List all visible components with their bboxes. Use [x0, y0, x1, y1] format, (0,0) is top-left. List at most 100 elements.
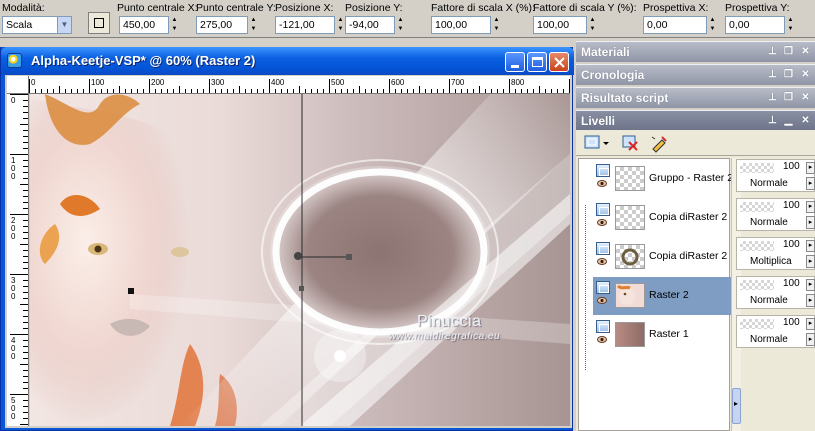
visibility-eye-icon[interactable]	[597, 297, 607, 304]
pos-y-label: Posizione Y:	[345, 2, 403, 14]
minimize-button[interactable]	[505, 52, 525, 72]
blend-mode-select[interactable]: Normale	[740, 333, 804, 346]
pos-x-spinner[interactable]: ▲ ▼	[336, 16, 345, 34]
visibility-eye-icon[interactable]	[597, 336, 607, 343]
opacity-value[interactable]: 100	[783, 200, 800, 211]
frame-toggle-icon[interactable]	[88, 12, 110, 34]
pin-icon[interactable]: ⊥	[767, 115, 778, 126]
persp-y-input[interactable]: 0,00	[725, 16, 785, 34]
layer-name: Copia diRaster 2	[649, 250, 728, 262]
layer-name: Gruppo - Raster 2	[649, 172, 734, 184]
opacity-slider[interactable]	[740, 241, 774, 251]
scale-x-input[interactable]: 100,00	[431, 16, 491, 34]
blend-mode-arrow-icon[interactable]: ▸	[806, 333, 815, 346]
opacity-arrow-icon[interactable]: ▸	[806, 201, 815, 213]
opacity-value[interactable]: 100	[783, 278, 800, 289]
close-icon[interactable]: ✕	[800, 46, 811, 57]
restore-icon[interactable]: ❐	[783, 46, 794, 57]
image-canvas[interactable]: Pinuccia www.maidiregrafica.eu	[30, 94, 570, 426]
horizontal-ruler[interactable]: 0 100 200 300 400 500 600 700 800	[29, 76, 570, 94]
pos-y-spinner[interactable]: ▲ ▼	[396, 16, 405, 34]
layers-list[interactable]: Gruppo - Raster 2 Copia diRaster 2 Copia…	[578, 158, 734, 431]
restore-icon[interactable]: ❐	[783, 92, 794, 103]
opacity-value[interactable]: 100	[783, 317, 800, 328]
opacity-arrow-icon[interactable]: ▸	[806, 162, 815, 174]
blend-mode-select[interactable]: Normale	[740, 294, 804, 307]
close-icon[interactable]: ✕	[800, 92, 811, 103]
new-layer-button[interactable]	[582, 133, 610, 153]
layer-row[interactable]: Copia diRaster 2	[593, 199, 731, 237]
center-x-input[interactable]: 450,00	[119, 16, 169, 34]
center-x-field: Punto centrale X: 450,00 ▲ ▼	[117, 2, 198, 34]
opacity-slider[interactable]	[740, 319, 774, 329]
center-x-spinner[interactable]: ▲ ▼	[170, 16, 179, 34]
minimize-icon[interactable]: ▁	[783, 115, 794, 126]
layer-type-icon	[596, 242, 610, 255]
visibility-eye-icon[interactable]	[597, 219, 607, 226]
scale-y-spinner[interactable]: ▲ ▼	[588, 16, 597, 34]
ring-thumbnail	[621, 248, 639, 266]
scale-y-label: Fattore di scala Y (%):	[533, 2, 637, 14]
pin-icon[interactable]: ⊥	[767, 92, 778, 103]
ruler-label: 700	[451, 78, 465, 87]
palette-materiali-title: Materiali	[581, 45, 630, 59]
chevron-down-icon[interactable]: ▼	[57, 16, 72, 34]
layer-thumbnail	[615, 322, 645, 347]
layer-row[interactable]: Gruppo - Raster 2	[593, 160, 734, 198]
opacity-slider[interactable]	[740, 280, 774, 290]
blend-mode-arrow-icon[interactable]: ▸	[806, 216, 815, 229]
pos-x-input[interactable]: -121,00	[275, 16, 335, 34]
pos-y-input[interactable]: -94,00	[345, 16, 395, 34]
pin-icon[interactable]: ⊥	[767, 46, 778, 57]
opacity-value[interactable]: 100	[783, 239, 800, 250]
palette-risultato-script[interactable]: Risultato script ⊥ ❐ ✕	[576, 87, 815, 108]
opacity-slider[interactable]	[740, 163, 774, 173]
restore-icon[interactable]: ❐	[783, 69, 794, 80]
blend-mode-arrow-icon[interactable]: ▸	[806, 177, 815, 190]
image-window-title: Alpha-Keetje-VSP* @ 60% (Raster 2)	[31, 53, 256, 68]
palette-livelli[interactable]: Livelli ⊥ ▁ ✕	[576, 110, 815, 131]
layer-row[interactable]: Raster 1	[593, 316, 731, 354]
opacity-arrow-icon[interactable]: ▸	[806, 279, 815, 291]
vertical-ruler[interactable]: 0100200300400500	[7, 94, 29, 426]
persp-x-spinner[interactable]: ▲ ▼	[708, 16, 717, 34]
scale-x-spinner[interactable]: ▲ ▼	[492, 16, 501, 34]
visibility-eye-icon[interactable]	[597, 258, 607, 265]
maximize-button[interactable]	[527, 52, 547, 72]
ruler-label: 200	[151, 78, 165, 87]
palette-materiali[interactable]: Materiali ⊥ ❐ ✕	[576, 41, 815, 62]
persp-y-spinner[interactable]: ▲ ▼	[786, 16, 795, 34]
scale-y-input[interactable]: 100,00	[533, 16, 587, 34]
visibility-eye-icon[interactable]	[597, 180, 607, 187]
blend-mode-select[interactable]: Normale	[740, 216, 804, 229]
image-window-titlebar[interactable]: Alpha-Keetje-VSP* @ 60% (Raster 2)	[1, 47, 574, 75]
delete-layer-button[interactable]	[620, 133, 640, 153]
maximize-icon	[532, 57, 543, 67]
edit-layer-properties-button[interactable]	[650, 133, 670, 153]
ruler-label: 0	[11, 292, 16, 301]
layer-row[interactable]: Copia diRaster 2	[593, 238, 731, 276]
layer-name: Copia diRaster 2	[649, 211, 728, 223]
persp-y-field: Prospettiva Y: 0,00 ▲ ▼	[725, 2, 793, 34]
close-button[interactable]	[549, 52, 569, 72]
persp-x-input[interactable]: 0,00	[643, 16, 707, 34]
ruler-label: 400	[271, 78, 285, 87]
opacity-value[interactable]: 100	[783, 161, 800, 172]
blend-mode-select[interactable]: Moltiplica	[740, 255, 804, 268]
palette-cronologia[interactable]: Cronologia ⊥ ❐ ✕	[576, 64, 815, 85]
opacity-slider[interactable]	[740, 202, 774, 212]
layer-row-selected[interactable]: Raster 2	[593, 277, 731, 315]
palette-livelli-title: Livelli	[581, 114, 616, 128]
blend-mode-select[interactable]: Normale	[740, 177, 804, 190]
tool-options-bar: Modalità: Scala ▼ Punto centrale X: 450,…	[0, 0, 815, 38]
close-icon[interactable]: ✕	[800, 115, 811, 126]
center-y-input[interactable]: 275,00	[196, 16, 248, 34]
close-icon[interactable]: ✕	[800, 69, 811, 80]
opacity-arrow-icon[interactable]: ▸	[806, 240, 815, 252]
blend-mode-arrow-icon[interactable]: ▸	[806, 294, 815, 307]
blend-mode-arrow-icon[interactable]: ▸	[806, 255, 815, 268]
opacity-arrow-icon[interactable]: ▸	[806, 318, 815, 330]
ruler-label: 800	[511, 78, 525, 87]
pin-icon[interactable]: ⊥	[767, 69, 778, 80]
center-y-spinner[interactable]: ▲ ▼	[249, 16, 258, 34]
